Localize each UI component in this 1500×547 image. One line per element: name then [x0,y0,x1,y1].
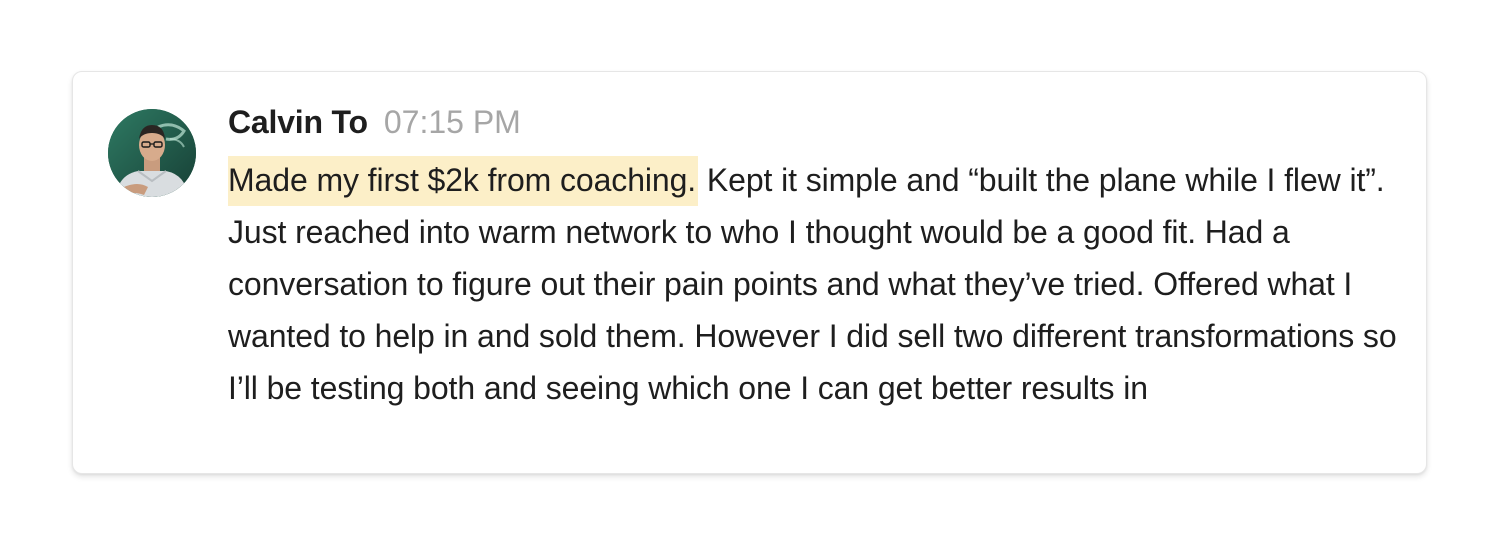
avatar[interactable] [108,109,196,197]
message-header: Calvin To 07:15 PM [228,104,1408,146]
avatar-photo [108,109,196,197]
highlighted-text: Made my first $2k from coaching. [228,156,699,206]
message-timestamp: 07:15 PM [383,104,521,140]
message-content: Calvin To 07:15 PM Made my first $2k fro… [228,104,1408,414]
message-card: Calvin To 07:15 PM Made my first $2k fro… [72,71,1427,474]
message-body: Made my first $2k from coaching. Kept it… [228,154,1408,414]
author-name[interactable]: Calvin To [228,104,368,141]
